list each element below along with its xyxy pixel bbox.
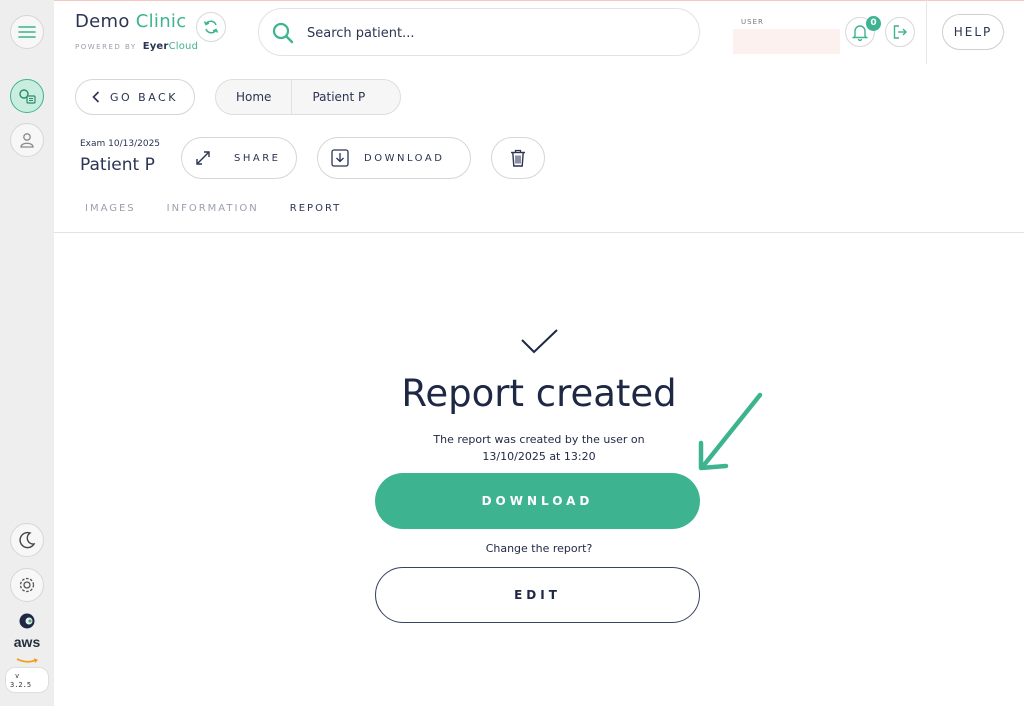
share-label: SHARE	[234, 152, 281, 164]
tab-report[interactable]: REPORT	[290, 203, 342, 214]
chevron-left-icon	[92, 91, 100, 103]
logout-button[interactable]	[885, 17, 915, 47]
eyer-logo-icon	[0, 612, 54, 634]
dark-mode-toggle[interactable]	[10, 523, 44, 557]
eyer-brand: Eyer	[142, 41, 169, 52]
go-back-button[interactable]: GO BACK	[75, 79, 195, 115]
cloud-brand: Cloud	[168, 41, 199, 52]
exam-date: Exam 10/13/2025	[80, 139, 161, 149]
gear-icon	[19, 577, 35, 593]
share-button[interactable]: SHARE	[181, 137, 297, 179]
top-accent-line	[0, 0, 1024, 1]
exam-tabs: IMAGES INFORMATION REPORT	[85, 203, 372, 214]
logout-icon	[893, 25, 907, 39]
sync-button[interactable]	[196, 12, 226, 42]
user-name-field	[733, 29, 840, 54]
go-back-label: GO BACK	[110, 90, 178, 104]
tabs-divider	[54, 232, 1024, 233]
notification-badge: 0	[866, 16, 881, 31]
settings-button[interactable]	[10, 568, 44, 602]
user-icon	[20, 133, 34, 148]
download-icon	[331, 149, 349, 167]
share-expand-icon	[196, 151, 210, 165]
checkmark-icon	[521, 329, 558, 354]
menu-button[interactable]	[10, 15, 44, 49]
clinic-name-part1: Demo	[75, 11, 130, 32]
delete-button[interactable]	[491, 137, 545, 179]
breadcrumb: Home Patient P	[215, 79, 401, 115]
exams-nav-button[interactable]	[10, 79, 44, 113]
download-exam-button[interactable]: DOWNLOAD	[317, 137, 471, 179]
breadcrumb-patient[interactable]: Patient P	[292, 79, 385, 115]
hamburger-icon	[18, 26, 36, 38]
version-badge: v 3.2.5	[5, 667, 49, 693]
patient-name: Patient P	[80, 155, 155, 175]
aws-label: aws	[13, 634, 41, 650]
aws-logo: aws	[0, 634, 54, 668]
moon-icon	[19, 531, 36, 549]
exam-list-icon	[19, 89, 36, 104]
breadcrumb-home[interactable]: Home	[216, 79, 293, 115]
trash-icon	[511, 149, 525, 167]
user-label: USER	[741, 18, 764, 26]
search-icon[interactable]	[271, 21, 295, 45]
powered-by: POWERED BY EyerCloud	[75, 41, 198, 52]
report-desc-line2: 13/10/2025 at 13:20	[482, 450, 596, 463]
download-report-button[interactable]: DOWNLOAD	[375, 473, 700, 529]
version-number: 3.2.5	[10, 681, 32, 689]
tab-images[interactable]: IMAGES	[85, 203, 136, 214]
clinic-name: Demo Clinic	[75, 11, 186, 32]
sidebar: aws v 3.2.5	[0, 0, 54, 706]
refresh-icon	[203, 20, 219, 34]
report-desc-line1: The report was created by the user on	[433, 433, 645, 446]
search-bar	[258, 8, 700, 56]
version-prefix: v	[15, 672, 20, 680]
header-divider	[926, 0, 927, 64]
search-input[interactable]	[307, 21, 677, 45]
edit-report-button[interactable]: EDIT	[375, 567, 700, 623]
help-button[interactable]: HELP	[942, 14, 1004, 50]
download-exam-label: DOWNLOAD	[364, 152, 445, 164]
powered-by-label: POWERED BY	[75, 43, 137, 51]
change-report-text: Change the report?	[485, 542, 593, 555]
aws-smile-icon	[16, 658, 39, 663]
report-title: Report created	[401, 372, 677, 415]
pointer-arrow-icon	[698, 392, 763, 471]
patients-nav-button[interactable]	[10, 123, 44, 157]
tab-information[interactable]: INFORMATION	[167, 203, 259, 214]
clinic-name-part2: Clinic	[135, 11, 187, 32]
report-description: The report was created by the user on 13…	[410, 431, 668, 465]
